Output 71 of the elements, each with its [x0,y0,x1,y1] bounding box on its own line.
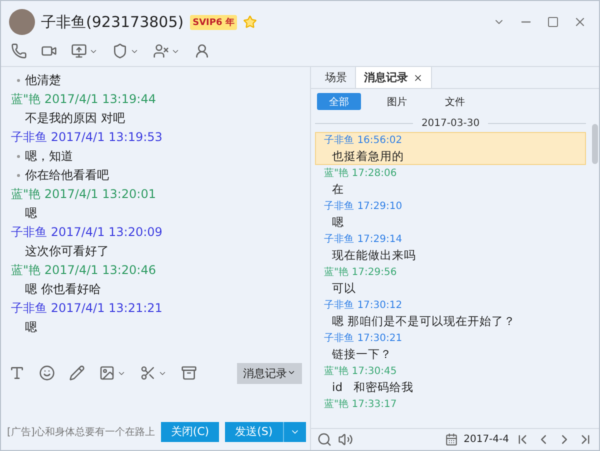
message-header: 子非鱼 2017/4/1 13:19:53 [11,129,164,146]
history-entry[interactable]: 蓝"艳 17:29:56 可以 [315,264,586,297]
calendar-icon[interactable] [444,433,458,446]
message-header: 子非鱼 17:30:21 [324,332,404,346]
maximize-icon[interactable] [547,16,559,28]
share-screen-icon[interactable] [71,43,98,59]
tab[interactable]: 消息记录 [356,67,432,88]
message-text: 现在能做出来吗 [331,247,417,263]
message-text: 嗯，知道 [25,148,73,165]
close-icon[interactable] [413,72,423,82]
block-user-icon[interactable] [153,43,180,59]
message-text: 你在给他看看吧 [25,167,109,184]
ad-text: [广告]心和身体总要有一个在路上 [7,426,155,439]
user-icon[interactable] [194,43,210,59]
font-icon[interactable] [9,365,25,381]
history-entry[interactable]: 子非鱼 17:30:21 链接一下？ [315,330,586,363]
speaker-icon[interactable] [338,432,353,447]
message-text: 嗯 你也看好哈 [24,281,102,298]
message-header: 子非鱼 17:29:10 [324,200,404,214]
phone-icon[interactable] [11,43,27,59]
message-text: 嗯 [331,214,345,230]
archive-icon[interactable] [181,365,197,381]
avatar [9,9,35,35]
message-text: 也挺着急用的 [331,148,405,164]
history-entry[interactable]: 蓝"艳 17:30:45 id 和密码给我 [315,363,586,396]
message-header: 蓝"艳 17:30:45 [324,364,398,379]
star-icon [243,15,258,29]
bullet-icon [17,155,20,158]
message-header: 蓝"艳 17:29:56 [324,266,398,280]
history-entry[interactable]: 子非鱼 17:30:12 嗯 那咱们是不是可以现在开始了？ [315,297,586,330]
scrollbar-thumb[interactable] [592,124,598,164]
date-divider: 2017-03-30 [421,118,480,128]
message-header: 子非鱼 16:56:02 [324,134,404,148]
message-header: 子非鱼 2017/4/1 13:21:21 [11,300,164,317]
message-header: 蓝"艳 17:33:17 [324,398,398,412]
bullet-icon [17,79,20,82]
filter-tab[interactable]: 全部 [317,93,361,110]
message-text: 这次你可看好了 [24,243,110,260]
filter-tab[interactable]: 文件 [433,93,477,110]
message-header: 蓝"艳 2017/4/1 13:20:01 [11,186,157,203]
message-text: 嗯 [24,205,38,222]
message-text: 他清楚 [25,72,61,89]
message-text: id 和密码给我 [331,379,414,395]
filter-tab[interactable]: 图片 [375,93,419,110]
history-button[interactable]: 消息记录 [237,362,302,384]
scissors-icon[interactable] [140,365,167,381]
message-text: 在 [331,181,345,197]
date-picker[interactable]: 2017-4-4 [464,434,509,445]
message-text: 链接一下？ [331,346,393,362]
message-text: 嗯 [24,319,38,336]
message-header: 子非鱼 17:29:14 [324,232,404,247]
window-title: 子非鱼(923173805) [41,12,184,32]
message-text: 嗯 那咱们是不是可以现在开始了？ [331,313,517,329]
pencil-icon[interactable] [69,365,85,381]
smile-icon[interactable] [39,365,55,381]
vip-badge: SVIP6 年 [190,14,238,30]
message-text: 不是我的原因 对吧 [24,110,126,127]
bullet-icon [17,174,20,177]
image-icon[interactable] [99,365,126,381]
message-header: 子非鱼 17:30:12 [324,298,404,313]
message-header: 子非鱼 2017/4/1 13:20:09 [11,224,164,241]
shield-icon[interactable] [112,43,139,59]
search-icon[interactable] [317,432,332,447]
history-entry[interactable]: 子非鱼 16:56:02 也挺着急用的 [315,132,586,165]
message-header: 蓝"艳 2017/4/1 13:19:44 [11,91,157,108]
message-header: 蓝"艳 2017/4/1 13:20:46 [11,262,157,279]
message-header: 蓝"艳 17:28:06 [324,166,398,181]
history-entry[interactable]: 子非鱼 17:29:14 现在能做出来吗 [315,231,586,264]
history-entry[interactable]: 子非鱼 17:29:10 嗯 [315,198,586,231]
message-text: 可以 [331,280,357,296]
history-entry[interactable]: 蓝"艳 17:28:06 在 [315,165,586,198]
